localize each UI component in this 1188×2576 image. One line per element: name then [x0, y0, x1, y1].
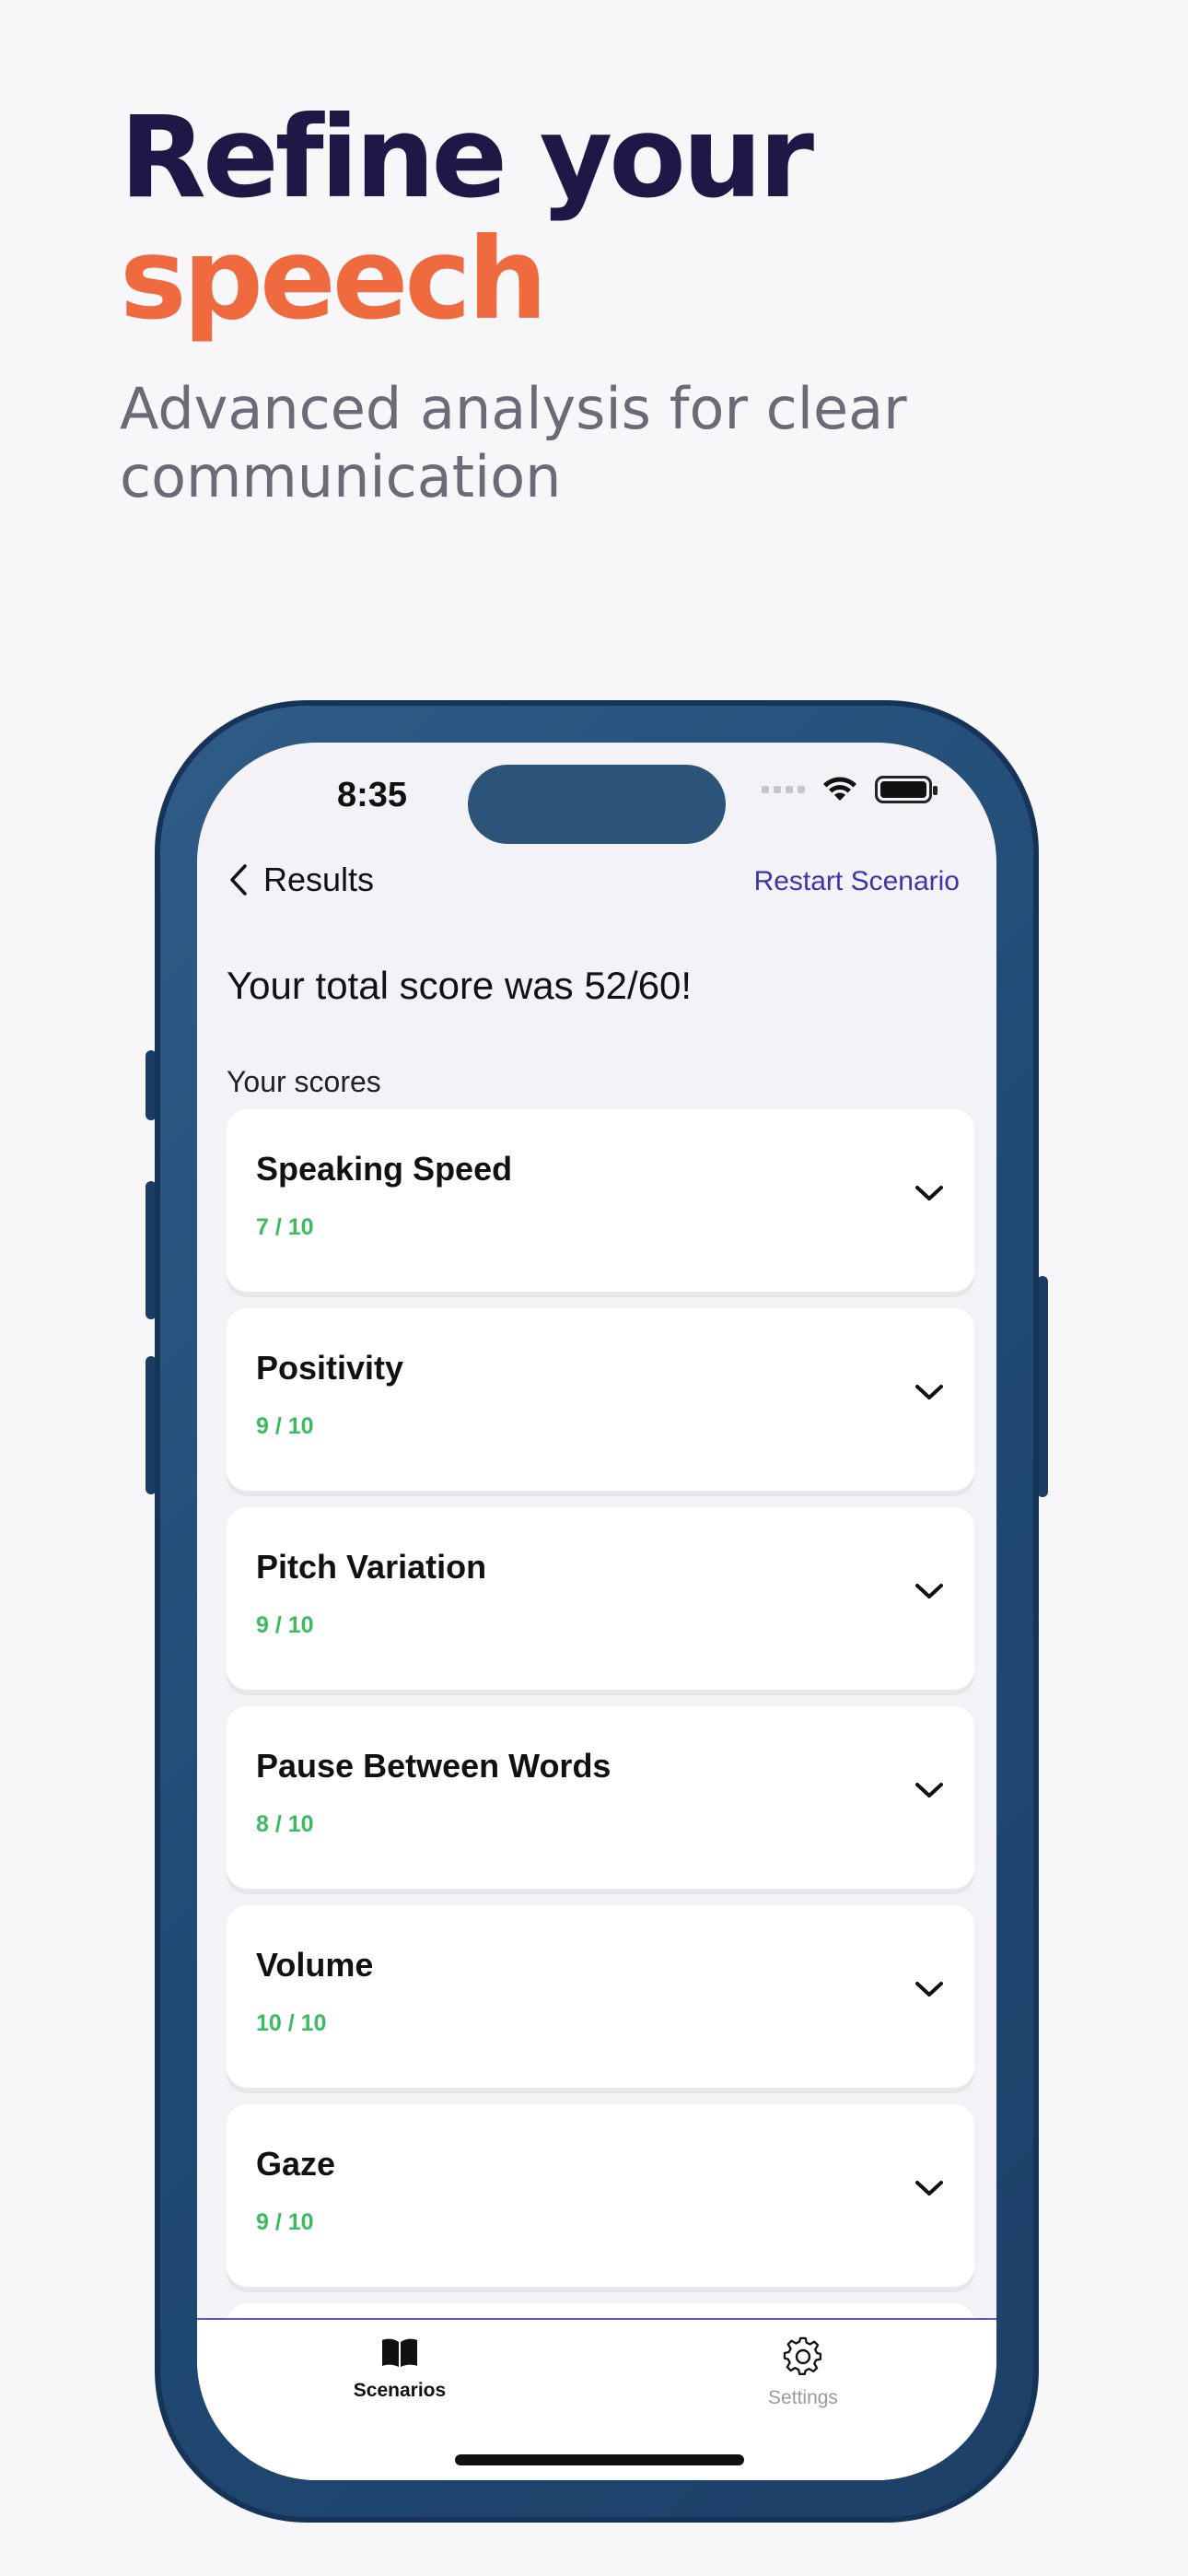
- scores-section-label: Your scores: [227, 1065, 381, 1098]
- score-card-title: Pitch Variation: [256, 1548, 487, 1586]
- status-time: 8:35: [336, 776, 408, 814]
- tab-settings[interactable]: Settings: [711, 2336, 895, 2409]
- score-card-value: 9 / 10: [256, 1413, 314, 1439]
- app-store-screenshot: Refine your speech Advanced analysis for…: [0, 0, 1188, 2576]
- score-card-positivity[interactable]: Positivity 9 / 10: [227, 1308, 974, 1491]
- chevron-down-icon: [915, 1186, 943, 1200]
- score-card-value: 10 / 10: [256, 2010, 327, 2036]
- tab-scenarios[interactable]: Scenarios: [308, 2336, 492, 2402]
- score-card-value: 9 / 10: [256, 2209, 314, 2235]
- total-score: Your total score was 52/60!: [227, 964, 693, 1007]
- chevron-down-icon: [915, 2181, 943, 2195]
- score-card-title: Speaking Speed: [256, 1150, 513, 1188]
- score-card-speaking-speed[interactable]: Speaking Speed 7 / 10: [227, 1109, 974, 1292]
- score-card-pitch-variation[interactable]: Pitch Variation 9 / 10: [227, 1507, 974, 1690]
- hero: Refine your speech Advanced analysis for…: [120, 97, 1133, 511]
- book-icon: [382, 2338, 417, 2367]
- score-card-title: Gaze: [256, 2145, 336, 2183]
- cellular-signal-icon: [762, 786, 805, 793]
- battery-icon: [875, 776, 938, 803]
- score-card-value: 7 / 10: [256, 1214, 314, 1240]
- hero-subtitle: Advanced analysis for clear communicatio…: [120, 375, 907, 510]
- hero-title: Refine your speech: [120, 97, 1133, 340]
- tab-label: Scenarios: [353, 2380, 447, 2401]
- chevron-down-icon: [915, 1385, 943, 1399]
- phone-screen: 8:35 Results Restart Scenario Your total…: [197, 743, 996, 2480]
- score-card-title: Pause Between Words: [256, 1747, 611, 1785]
- navigation-bar: Results Restart Scenario: [197, 844, 996, 918]
- score-card-pause-between-words[interactable]: Pause Between Words 8 / 10: [227, 1706, 974, 1889]
- chevron-down-icon: [915, 1783, 943, 1797]
- score-card-gaze[interactable]: Gaze 9 / 10: [227, 2104, 974, 2287]
- status-icons: [762, 776, 938, 803]
- back-button[interactable]: Results: [228, 861, 374, 899]
- phone-frame: 8:35 Results Restart Scenario Your total…: [155, 700, 1039, 2523]
- score-card-value: 9 / 10: [256, 1612, 314, 1638]
- hero-title-line2: speech: [120, 214, 548, 345]
- home-indicator: [455, 2454, 744, 2465]
- chevron-down-icon: [915, 1982, 943, 1996]
- scores-list: Speaking Speed 7 / 10 Positivity 9 / 10 …: [227, 1109, 974, 2375]
- hero-title-line1: Refine your: [120, 92, 814, 223]
- score-card-value: 8 / 10: [256, 1811, 314, 1837]
- back-label: Results: [263, 861, 375, 898]
- score-card-volume[interactable]: Volume 10 / 10: [227, 1905, 974, 2088]
- score-card-title: Volume: [256, 1946, 374, 1984]
- dynamic-island: [468, 765, 726, 844]
- tab-label: Settings: [768, 2387, 838, 2408]
- chevron-down-icon: [915, 1584, 943, 1598]
- wifi-icon: [823, 777, 856, 801]
- gear-icon: [783, 2336, 822, 2375]
- chevron-left-icon: [230, 864, 247, 896]
- restart-scenario-button[interactable]: Restart Scenario: [754, 866, 960, 897]
- tab-bar: Scenarios Settings: [197, 2318, 996, 2480]
- score-card-title: Positivity: [256, 1349, 404, 1387]
